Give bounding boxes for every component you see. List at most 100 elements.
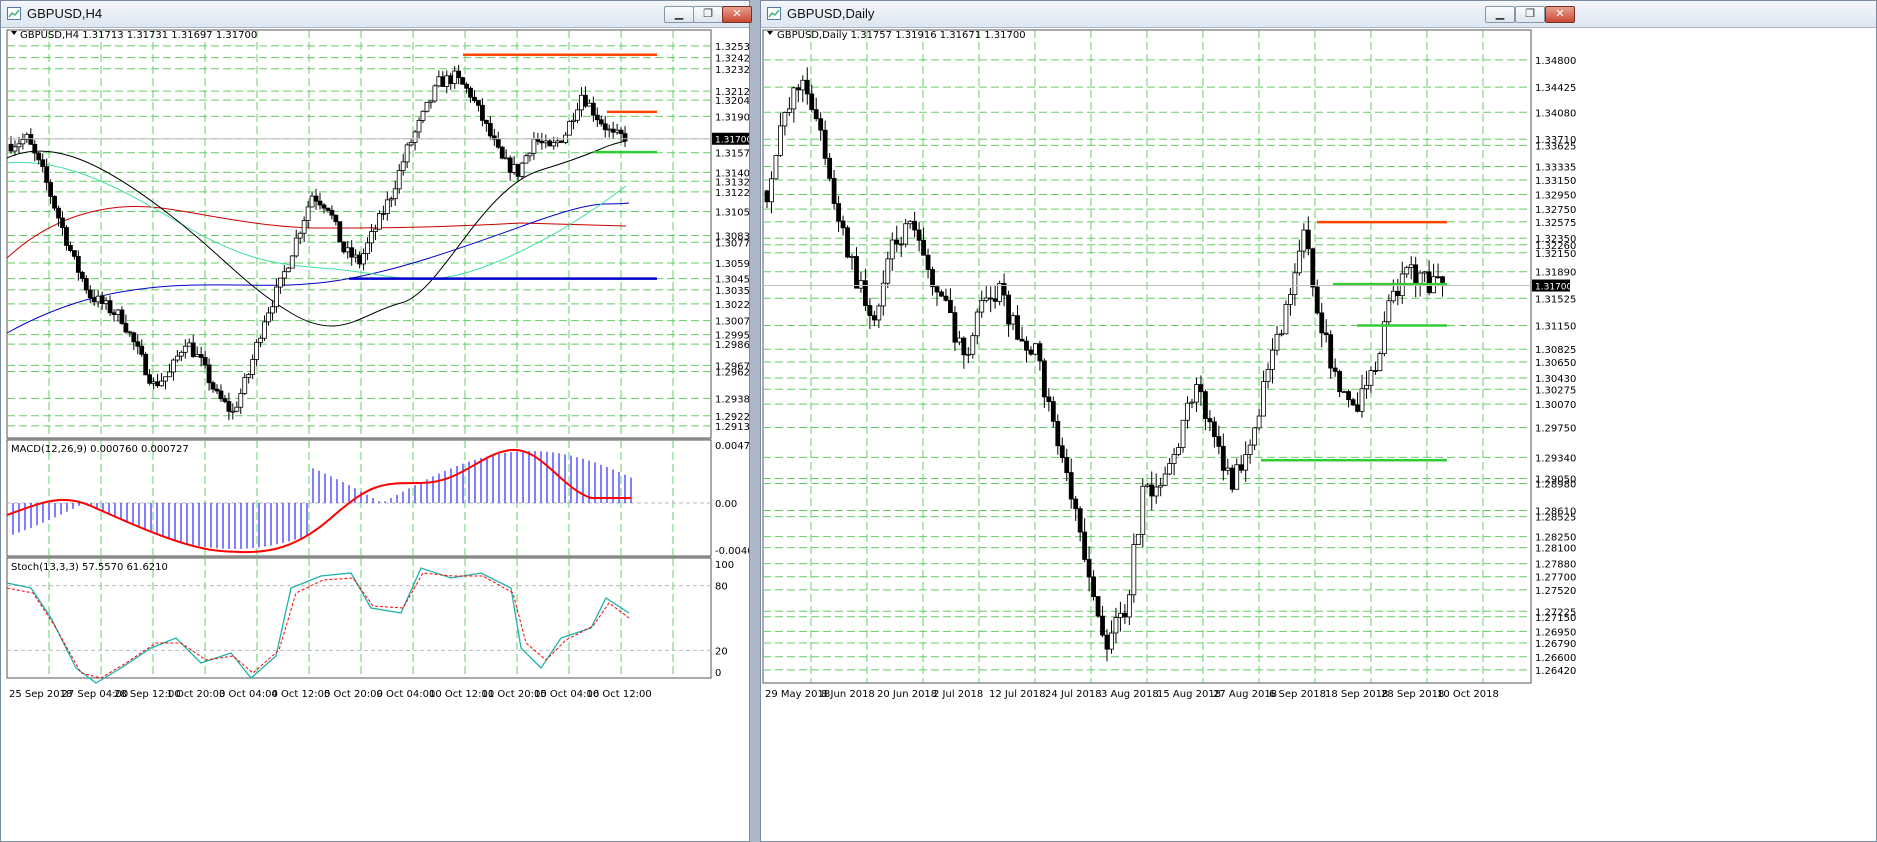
price-axis-label: 1.34080 xyxy=(1535,108,1576,119)
candle-body xyxy=(939,291,944,297)
candle-body xyxy=(119,309,125,324)
candle-body xyxy=(818,118,824,131)
candle-body xyxy=(388,198,394,201)
candle-body xyxy=(285,267,291,273)
candle-body xyxy=(827,157,833,179)
candle-body xyxy=(1171,454,1177,464)
candle-body xyxy=(970,335,976,355)
candle-body xyxy=(357,254,363,265)
price-axis-label: 1.29380 xyxy=(715,394,749,405)
price-axis-label: 1.26790 xyxy=(1535,639,1576,650)
candle-body xyxy=(222,398,228,402)
price-axis-label: 1.27700 xyxy=(1535,573,1576,584)
minimize-button[interactable]: ▁ xyxy=(1485,6,1515,23)
candle-body xyxy=(571,119,576,122)
candle-body xyxy=(795,87,801,91)
current-price-label: 1.31700 xyxy=(715,136,749,146)
close-button[interactable]: ✕ xyxy=(1545,6,1575,23)
candle-body xyxy=(218,390,224,400)
candle-body xyxy=(135,341,141,347)
candle-body xyxy=(894,239,900,245)
candle-body xyxy=(262,321,267,339)
price-axis-label: 1.28525 xyxy=(1535,513,1576,524)
candle-body xyxy=(567,121,572,136)
price-axis-label: 1.28980 xyxy=(1535,480,1576,491)
candle-body xyxy=(226,401,232,412)
close-button[interactable]: ✕ xyxy=(722,6,752,23)
daily-window-titlebar[interactable]: GBPUSD,Daily ▁ ❐ ✕ xyxy=(761,1,1876,28)
candle-body xyxy=(234,406,240,412)
candle-body xyxy=(246,374,252,379)
candle-body xyxy=(1422,271,1428,274)
candle-body xyxy=(127,331,133,334)
price-axis-label: 1.29620 xyxy=(715,368,749,379)
h4-window-titlebar[interactable]: GBPUSD,H4 ▁ ❐ ✕ xyxy=(1,1,752,28)
candle-body xyxy=(1238,464,1244,471)
h4-chart-canvas[interactable]: 1.325301.324251.323251.321251.320451.319… xyxy=(1,28,749,842)
candle-body xyxy=(1028,349,1034,355)
candle-body xyxy=(1310,248,1316,288)
candle-body xyxy=(551,142,557,147)
candle-body xyxy=(472,96,477,102)
candle-body xyxy=(800,79,806,91)
chart-window-icon xyxy=(7,7,21,20)
candle-body xyxy=(464,83,469,89)
candle-body xyxy=(880,282,886,307)
price-axis-label: 1.28250 xyxy=(1535,533,1576,544)
candle-body xyxy=(1229,467,1235,490)
candle-body xyxy=(519,162,525,177)
candle-body xyxy=(930,269,935,288)
candle-body xyxy=(1033,343,1038,355)
candle-body xyxy=(1435,276,1441,279)
candle-body xyxy=(1019,338,1025,342)
candle-body xyxy=(974,311,980,337)
price-axis-label: 1.27520 xyxy=(1535,586,1576,597)
candle-body xyxy=(912,220,918,231)
candle-body xyxy=(147,374,153,384)
candle-body xyxy=(876,305,882,321)
price-axis-label: 1.32045 xyxy=(715,96,749,107)
candle-body xyxy=(606,128,612,131)
candle-body xyxy=(867,305,873,317)
chart-window-icon xyxy=(767,7,781,20)
candle-body xyxy=(992,298,998,302)
price-axis-label: 1.26950 xyxy=(1535,627,1576,638)
candle-body xyxy=(804,79,810,95)
candle-body xyxy=(1404,267,1410,275)
candle-body xyxy=(289,255,295,269)
candle-body xyxy=(1243,454,1249,471)
candle-body xyxy=(91,297,97,303)
candle-body xyxy=(1153,486,1159,497)
candle-body xyxy=(412,131,418,143)
candle-body xyxy=(1046,396,1052,402)
candle-body xyxy=(1118,612,1123,619)
candle-body xyxy=(1207,418,1213,423)
candle-body xyxy=(1279,333,1284,336)
candle-body xyxy=(151,381,157,384)
candle-body xyxy=(174,355,180,361)
candle-body xyxy=(432,85,438,102)
minimize-button[interactable]: ▁ xyxy=(664,6,694,23)
candle-body xyxy=(916,229,922,241)
candle-body xyxy=(1144,484,1150,487)
candle-body xyxy=(1185,402,1190,421)
candle-body xyxy=(764,190,770,203)
h4-chart-window[interactable]: GBPUSD,H4 ▁ ❐ ✕ 1.325301.324251.32325 1.3… xyxy=(0,0,752,842)
price-axis-label: 1.27150 xyxy=(1535,613,1576,624)
candle-body xyxy=(111,312,117,315)
candle-body xyxy=(988,297,994,300)
candle-body xyxy=(254,341,260,360)
daily-chart-canvas[interactable]: 1.348001.344251.340801.337101.336251.333… xyxy=(761,28,1876,842)
maximize-button[interactable]: ❐ xyxy=(693,6,723,23)
candle-body xyxy=(198,354,204,358)
pane-separator xyxy=(7,438,711,440)
price-axis-label: 1.30070 xyxy=(1535,400,1576,411)
stoch-axis-label: 0 xyxy=(715,668,721,679)
candle-body xyxy=(898,243,904,246)
maximize-button[interactable]: ❐ xyxy=(1515,6,1545,23)
daily-chart-window[interactable]: GBPUSD,Daily ▁ ❐ ✕ 1.34800 1.34425 1.34080… xyxy=(760,0,1877,842)
candle-body xyxy=(1068,472,1074,500)
candle-body xyxy=(786,108,792,113)
candle-body xyxy=(242,377,248,394)
candle-body xyxy=(1082,531,1088,560)
